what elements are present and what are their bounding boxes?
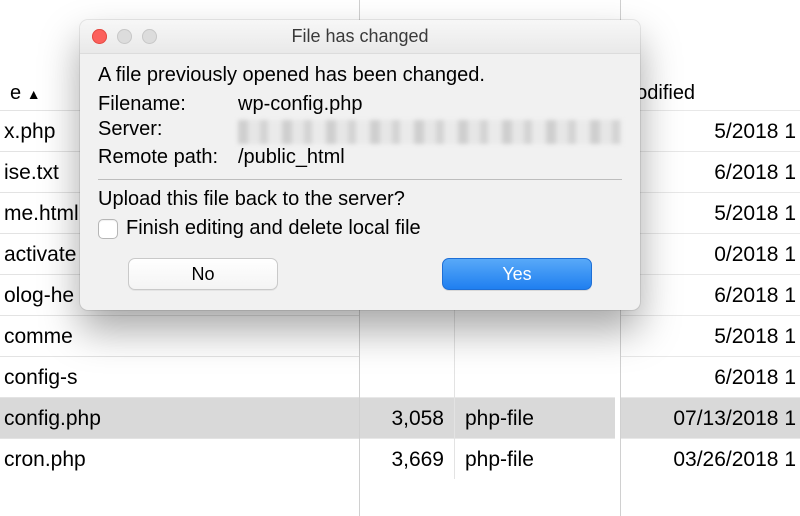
file-row-selected[interactable]: config.php — [0, 397, 359, 438]
file-changed-dialog: File has changed A file previously opene… — [80, 20, 640, 310]
date-cell: 6/2018 1 — [621, 274, 800, 315]
date-cell: 6/2018 1 — [621, 151, 800, 192]
type-cell: php-file — [455, 438, 615, 479]
value-filename: wp-config.php — [238, 93, 622, 116]
yes-button[interactable]: Yes — [442, 258, 592, 290]
file-row[interactable]: config-s — [0, 356, 359, 397]
no-button[interactable]: No — [128, 258, 278, 290]
dialog-content: A file previously opened has been change… — [80, 54, 640, 310]
window-controls — [80, 29, 157, 44]
column-header-text: e — [10, 82, 21, 104]
size-cell: 3,058 — [360, 397, 454, 438]
maximize-icon — [142, 29, 157, 44]
dialog-title: File has changed — [80, 26, 640, 47]
column-header-filename[interactable]: e ▲ — [10, 82, 41, 105]
value-server-redacted — [238, 120, 622, 144]
divider — [98, 179, 622, 180]
row-filename: Filename: wp-config.php — [98, 93, 622, 116]
row-server: Server: — [98, 118, 622, 144]
checkbox-label: Finish editing and delete local file — [126, 217, 421, 240]
file-row[interactable]: comme — [0, 315, 359, 356]
checkbox-row: Finish editing and delete local file — [98, 217, 622, 240]
close-icon[interactable] — [92, 29, 107, 44]
column-modified: nodified 5/2018 1 6/2018 1 5/2018 1 0/20… — [620, 0, 800, 516]
file-row[interactable]: cron.php — [0, 438, 359, 479]
date-rows: 5/2018 1 6/2018 1 5/2018 1 0/2018 1 6/20… — [621, 110, 800, 479]
row-remote-path: Remote path: /public_html — [98, 146, 622, 169]
label-remote-path: Remote path: — [98, 146, 238, 169]
date-cell: 03/26/2018 1 — [621, 438, 800, 479]
date-cell: 07/13/2018 1 — [621, 397, 800, 438]
sort-asc-icon: ▲ — [27, 86, 41, 102]
no-button-label: No — [191, 264, 214, 285]
size-cell: 3,669 — [360, 438, 454, 479]
date-cell: 6/2018 1 — [621, 356, 800, 397]
label-server: Server: — [98, 118, 238, 144]
date-cell: 5/2018 1 — [621, 110, 800, 151]
value-remote-path: /public_html — [238, 146, 622, 169]
minimize-icon — [117, 29, 132, 44]
finish-editing-checkbox[interactable] — [98, 219, 118, 239]
date-cell: 5/2018 1 — [621, 315, 800, 356]
label-filename: Filename: — [98, 93, 238, 116]
date-cell: 5/2018 1 — [621, 192, 800, 233]
type-cell: php-file — [455, 397, 615, 438]
dialog-buttons: No Yes — [98, 258, 622, 292]
titlebar[interactable]: File has changed — [80, 20, 640, 54]
prompt-text: Upload this file back to the server? — [98, 188, 622, 211]
dialog-message: A file previously opened has been change… — [98, 64, 622, 87]
yes-button-label: Yes — [502, 264, 531, 285]
date-cell: 0/2018 1 — [621, 233, 800, 274]
